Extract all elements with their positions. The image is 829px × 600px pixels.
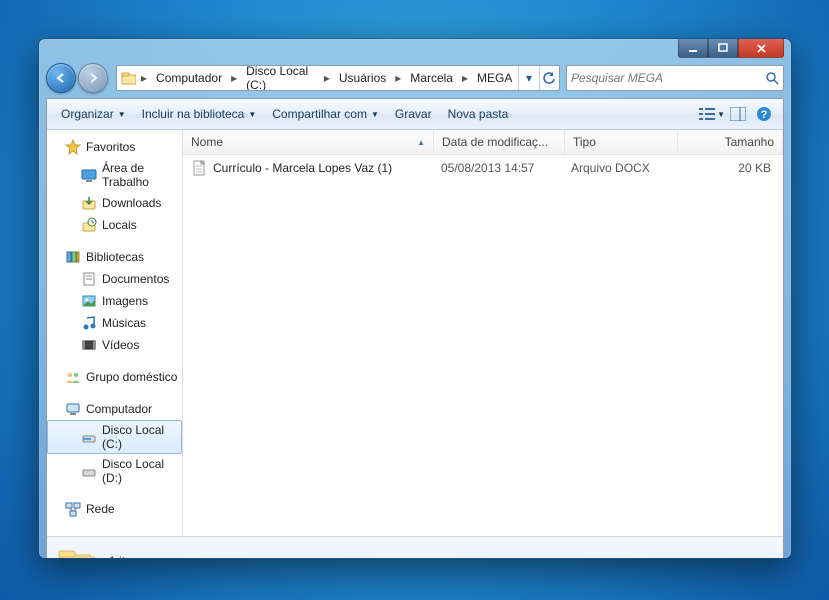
include-library-menu[interactable]: Incluir na biblioteca▼ xyxy=(134,104,265,124)
window-chrome: ▸ Computador ▸ Disco Local (C:) ▸ Usuári… xyxy=(39,39,791,559)
star-icon xyxy=(65,139,81,155)
sidebar-libraries-header[interactable]: Bibliotecas xyxy=(47,246,182,268)
column-header-name[interactable]: Nome ▲ xyxy=(183,130,434,154)
preview-pane-button[interactable] xyxy=(725,103,751,125)
new-folder-button[interactable]: Nova pasta xyxy=(440,104,517,124)
content-area: Organizar▼ Incluir na biblioteca▼ Compar… xyxy=(46,98,784,559)
breadcrumb-segment[interactable]: Disco Local (C:) xyxy=(240,66,321,90)
file-type: Arquivo DOCX xyxy=(563,161,675,175)
homegroup-icon xyxy=(65,369,81,385)
sidebar-item[interactable]: Downloads xyxy=(47,192,182,214)
computer-icon xyxy=(65,401,81,417)
chevron-right-icon: ▸ xyxy=(321,71,333,85)
chevron-down-icon: ▼ xyxy=(248,110,256,119)
column-header-type[interactable]: Tipo xyxy=(565,130,678,154)
breadcrumb[interactable]: ▸ Computador ▸ Disco Local (C:) ▸ Usuári… xyxy=(116,65,560,91)
drive-icon xyxy=(81,463,97,479)
minimize-button[interactable] xyxy=(678,39,708,58)
folder-icon xyxy=(120,70,136,86)
sidebar-item[interactable]: Locais xyxy=(47,214,182,236)
svg-text:?: ? xyxy=(761,109,768,121)
chevron-right-icon: ▸ xyxy=(138,71,150,85)
sidebar-network-header[interactable]: Rede xyxy=(47,498,182,520)
sidebar-item-selected[interactable]: Disco Local (C:) xyxy=(47,420,182,454)
downloads-icon xyxy=(81,195,97,211)
chevron-down-icon: ▼ xyxy=(118,110,126,119)
sort-asc-icon: ▲ xyxy=(417,138,425,147)
column-header-size[interactable]: Tamanho xyxy=(678,130,783,154)
search-icon xyxy=(765,71,779,85)
sidebar-item[interactable]: Disco Local (D:) xyxy=(47,454,182,488)
file-modified: 05/08/2013 14:57 xyxy=(433,161,563,175)
forward-button[interactable] xyxy=(78,63,108,93)
recent-icon xyxy=(81,217,97,233)
file-name: Currículo - Marcela Lopes Vaz (1) xyxy=(213,161,392,175)
sidebar-homegroup-header[interactable]: Grupo doméstico xyxy=(47,366,182,388)
docx-icon xyxy=(191,160,207,176)
desktop-icon xyxy=(81,167,97,183)
sidebar-item[interactable]: Área de Trabalho xyxy=(47,158,182,192)
window-controls xyxy=(678,39,784,58)
column-header-modified[interactable]: Data de modificaç... xyxy=(434,130,565,154)
file-list-area: Nome ▲ Data de modificaç... Tipo Tamanho… xyxy=(183,130,783,536)
videos-icon xyxy=(81,337,97,353)
breadcrumb-segment[interactable]: Computador xyxy=(150,66,228,90)
view-options-button[interactable]: ▼ xyxy=(699,103,725,125)
refresh-button[interactable] xyxy=(539,66,559,90)
libraries-icon xyxy=(65,249,81,265)
close-button[interactable] xyxy=(738,39,784,58)
status-item-count: 1 item xyxy=(109,554,142,559)
chevron-down-icon: ▼ xyxy=(371,110,379,119)
sidebar-item[interactable]: Imagens xyxy=(47,290,182,312)
burn-button[interactable]: Gravar xyxy=(387,104,440,124)
organize-menu[interactable]: Organizar▼ xyxy=(53,104,134,124)
explorer-window: ▸ Computador ▸ Disco Local (C:) ▸ Usuári… xyxy=(38,38,792,559)
breadcrumb-segment[interactable]: Marcela xyxy=(404,66,459,90)
search-input[interactable]: Pesquisar MEGA xyxy=(566,65,784,91)
maximize-button[interactable] xyxy=(708,39,738,58)
network-icon xyxy=(65,501,81,517)
pictures-icon xyxy=(81,293,97,309)
sidebar-computer-header[interactable]: Computador xyxy=(47,398,182,420)
column-headers: Nome ▲ Data de modificaç... Tipo Tamanho xyxy=(183,130,783,155)
navigation-pane: Favoritos Área de Trabalho Downloads xyxy=(47,130,183,536)
file-list[interactable]: Currículo - Marcela Lopes Vaz (1) 05/08/… xyxy=(183,155,783,536)
music-icon xyxy=(81,315,97,331)
toolbar: Organizar▼ Incluir na biblioteca▼ Compar… xyxy=(47,99,783,130)
documents-icon xyxy=(81,271,97,287)
sidebar-item[interactable]: Vídeos xyxy=(47,334,182,356)
help-button[interactable]: ? xyxy=(751,103,777,125)
breadcrumb-segment[interactable]: Usuários xyxy=(333,66,392,90)
chevron-right-icon: ▸ xyxy=(392,71,404,85)
back-button[interactable] xyxy=(46,63,76,93)
breadcrumb-segment[interactable]: MEGA xyxy=(471,66,518,90)
file-size: 20 KB xyxy=(675,161,779,175)
folder-large-icon xyxy=(55,541,95,559)
history-dropdown[interactable]: ▾ xyxy=(518,66,538,90)
share-with-menu[interactable]: Compartilhar com▼ xyxy=(264,104,387,124)
drive-icon xyxy=(81,429,97,445)
search-placeholder: Pesquisar MEGA xyxy=(571,71,663,85)
details-pane: 1 item xyxy=(47,536,783,559)
sidebar-favorites-header[interactable]: Favoritos xyxy=(47,136,182,158)
navigation-bar: ▸ Computador ▸ Disco Local (C:) ▸ Usuári… xyxy=(46,64,784,92)
chevron-right-icon: ▸ xyxy=(459,71,471,85)
chevron-right-icon: ▸ xyxy=(228,71,240,85)
sidebar-item[interactable]: Músicas xyxy=(47,312,182,334)
file-row[interactable]: Currículo - Marcela Lopes Vaz (1) 05/08/… xyxy=(183,157,783,179)
chevron-down-icon: ▼ xyxy=(717,110,725,119)
sidebar-item[interactable]: Documentos xyxy=(47,268,182,290)
